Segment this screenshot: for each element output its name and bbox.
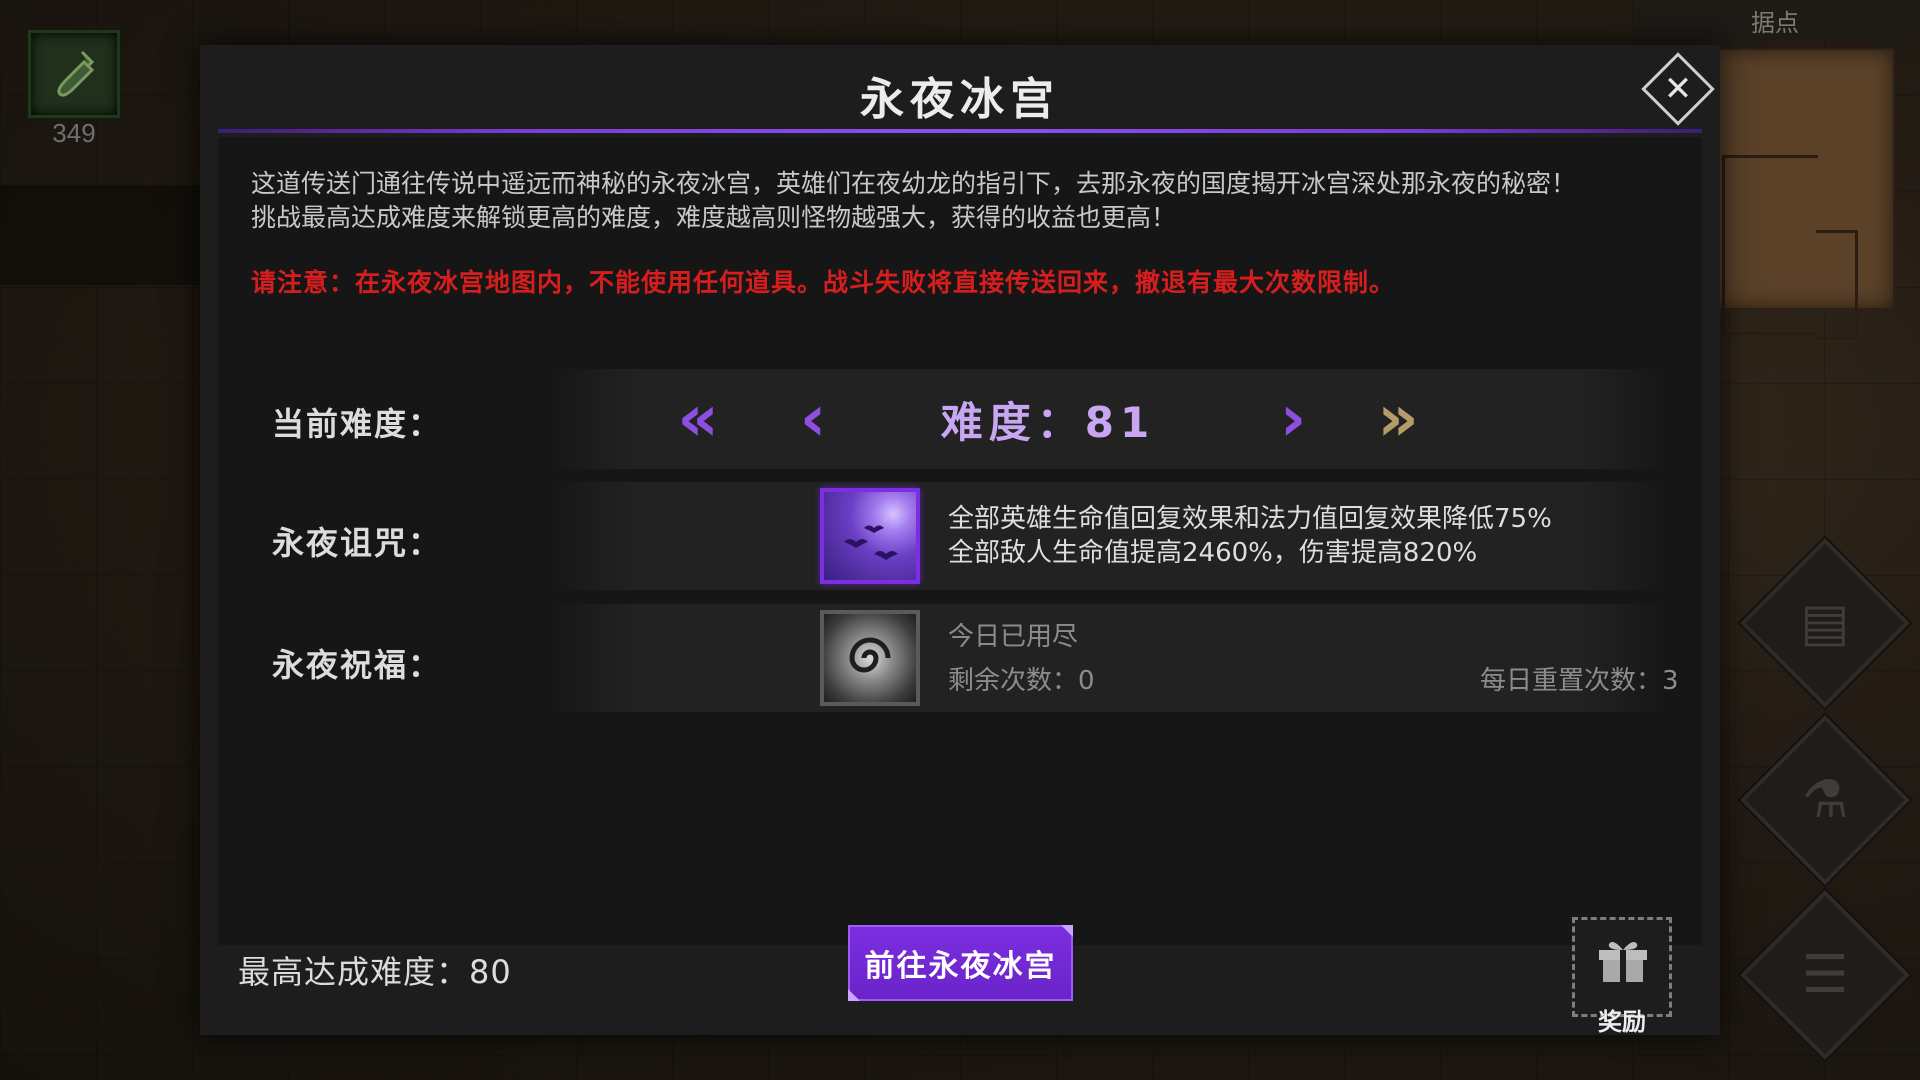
difficulty-first-button[interactable]: « [658,369,738,469]
minimap-title: 据点 [1635,4,1915,42]
minimap-room [1816,230,1858,340]
blessing-row: 永夜祝福： 今日已用尽 剩余次数：0 每日重置次数：3 [218,604,1702,712]
curse-label: 永夜诅咒： [272,524,443,562]
blessing-remaining: 剩余次数：0 [948,666,1095,696]
difficulty-label: 当前难度： [272,405,443,443]
double-chevron-left-icon: « [677,382,719,456]
list-icon: ☰ [1801,945,1849,1005]
chevron-right-icon: › [1279,382,1307,456]
curse-row: 永夜诅咒： 全部英雄生命值回复效果和法力值回复效果降低75% 全部敌人生命值提高… [218,482,1702,590]
swirl-vortex-icon[interactable] [820,610,920,706]
dialog-content: 这道传送门通往传说中遥远而神秘的永夜冰宫，英雄们在夜幼龙的指引下，去那永夜的国度… [218,137,1702,945]
potion-bottle-icon [57,50,95,97]
curse-moon-bats-icon[interactable] [820,488,920,584]
title-divider [218,129,1702,133]
blessing-status: 今日已用尽 [948,622,1079,652]
minimap[interactable] [1690,48,1895,340]
reward-label: 奖励 [1598,1008,1646,1036]
vortex-swirl-icon [849,637,891,673]
item-count: 349 [52,118,96,148]
description: 这道传送门通往传说中遥远而神秘的永夜冰宫，英雄们在夜幼龙的指引下，去那永夜的国度… [251,167,1691,235]
best-difficulty: 最高达成难度：80 [238,953,512,991]
description-line: 挑战最高达成难度来解锁更高的难度，难度越高则怪物越强大，获得的收益也更高！ [251,203,1177,232]
chevron-left-icon: ‹ [799,382,827,456]
bat-silhouette-icon [844,525,898,560]
description-line: 这道传送门通往传说中遥远而神秘的永夜冰宫，英雄们在夜幼龙的指引下，去那永夜的国度… [251,169,1577,198]
inventory-item-slot[interactable] [28,30,120,118]
reward-button[interactable]: 奖励 [1572,917,1672,1036]
scroll-icon: ▤ [1800,593,1850,653]
difficulty-next-button[interactable]: › [1263,369,1323,469]
double-chevron-right-icon: » [1377,382,1419,456]
curse-effect-line: 全部敌人生命值提高2460%，伤害提高820% [948,538,1478,568]
enter-palace-button[interactable]: 前往永夜冰宫 [848,925,1073,1001]
eternal-night-palace-dialog: 永夜冰宫 ✕ 这道传送门通往传说中遥远而神秘的永夜冰宫，英雄们在夜幼龙的指引下，… [200,45,1720,1036]
gift-icon [1599,942,1647,982]
blessing-daily-reset: 每日重置次数：3 [1480,666,1679,696]
difficulty-prev-button[interactable]: ‹ [783,369,843,469]
difficulty-row: 当前难度： « ‹ 难度：81 › » [218,369,1702,469]
curse-effects: 全部英雄生命值回复效果和法力值回复效果降低75% 全部敌人生命值提高2460%，… [948,502,1552,570]
curse-effect-line: 全部英雄生命值回复效果和法力值回复效果降低75% [948,504,1552,534]
flask-icon: ⚗ [1801,770,1849,830]
minimap-room [1722,155,1818,335]
warning-text: 请注意：在永夜冰宫地图内，不能使用任何道具。战斗失败将直接传送回来，撤退有最大次… [251,268,1396,297]
blessing-label: 永夜祝福： [272,646,443,684]
difficulty-last-button[interactable]: » [1358,369,1438,469]
difficulty-value: 难度：81 [940,397,1156,447]
close-icon: ✕ [1663,69,1693,109]
dialog-title: 永夜冰宫 [860,74,1060,125]
background-band [0,185,210,285]
